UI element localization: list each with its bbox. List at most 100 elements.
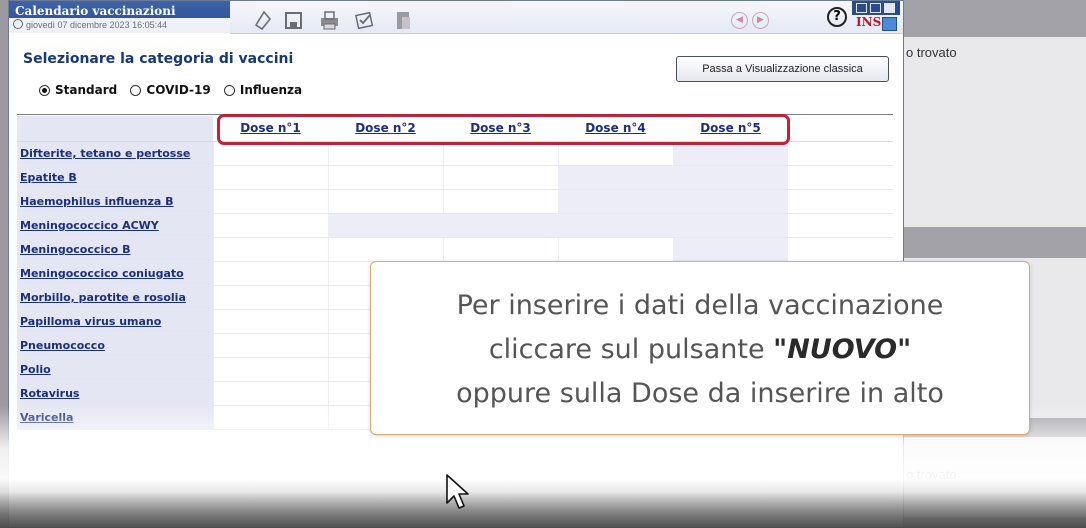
title-bar: Calendario vaccinazioni giovedì 07 dicem… [9, 1, 230, 33]
vaccine-row: Haemophilus influenza B [17, 190, 893, 214]
dose-cell[interactable] [213, 262, 328, 285]
dose-cell[interactable] [558, 238, 673, 261]
vaccine-link[interactable]: Papilloma virus umano [17, 310, 213, 333]
vaccine-row: Meningococcico ACWY [17, 214, 893, 238]
background-panel-top: o trovato [900, 37, 1086, 227]
header-divider [17, 114, 893, 115]
datetime-bar: giovedì 07 dicembre 2023 16:05:44 [9, 18, 230, 33]
window-controls [852, 1, 900, 15]
dose-cell[interactable] [673, 190, 788, 213]
radio-icon [130, 84, 142, 96]
dose-cell[interactable] [443, 238, 558, 261]
category-options: Standard COVID-19 Influenza [39, 83, 311, 99]
document-icon[interactable] [252, 9, 274, 31]
vaccine-link[interactable]: Epatite B [17, 166, 213, 189]
category-covid-radio[interactable]: COVID-19 [130, 83, 211, 97]
dose-2-link[interactable]: Dose n°2 [328, 116, 443, 141]
dose-cell[interactable] [443, 214, 558, 237]
dose-cell[interactable] [328, 142, 443, 165]
dose-cell[interactable] [213, 358, 328, 381]
callout-line-2-text: cliccare sul pulsante [488, 334, 774, 365]
callout-line-2: cliccare sul pulsante "NUOVO" [371, 334, 1029, 365]
dose-cell[interactable] [213, 166, 328, 189]
category-standard-radio[interactable]: Standard [39, 83, 117, 97]
callout-nuovo: "NUOVO" [773, 334, 912, 365]
dose-cell[interactable] [673, 166, 788, 189]
datetime-label: giovedì 07 dicembre 2023 16:05:44 [26, 20, 168, 30]
dose-cell[interactable] [213, 142, 328, 165]
refresh-icon[interactable] [882, 17, 897, 31]
dose-cell[interactable] [558, 214, 673, 237]
vaccine-row: Meningococcico B [17, 238, 893, 262]
background-text-top: o trovato [906, 45, 957, 60]
dose-3-link[interactable]: Dose n°3 [443, 116, 558, 141]
dose-cell[interactable] [213, 238, 328, 261]
dose-cell[interactable] [673, 214, 788, 237]
dose-cell[interactable] [673, 238, 788, 261]
vaccine-link[interactable]: Haemophilus influenza B [17, 190, 213, 213]
dose-5-link[interactable]: Dose n°5 [673, 116, 788, 141]
dose-cell[interactable] [213, 406, 328, 429]
vaccine-link[interactable]: Meningococcico ACWY [17, 214, 213, 237]
dose-cell[interactable] [213, 310, 328, 333]
dose-cell[interactable] [213, 382, 328, 405]
clock-icon [13, 19, 23, 29]
maximize-button[interactable] [870, 3, 881, 13]
checklist-icon[interactable] [354, 9, 376, 30]
vaccine-link[interactable]: Meningococcico coniugato [17, 262, 213, 285]
dose-cell[interactable] [213, 214, 328, 237]
previous-icon[interactable]: ◀ [731, 12, 748, 29]
category-covid-label: COVID-19 [146, 83, 211, 97]
dose-cell[interactable] [213, 334, 328, 357]
callout-line-3: oppure sulla Dose da inserire in alto [456, 378, 944, 409]
background-text-bottom: o trovato [906, 467, 957, 482]
dose-cell[interactable] [558, 142, 673, 165]
radio-selected-icon [39, 84, 50, 96]
vaccine-link[interactable]: Polio [17, 358, 213, 381]
dose-cell[interactable] [558, 190, 673, 213]
help-icon[interactable]: ? [827, 7, 847, 27]
dose-cell[interactable] [328, 190, 443, 213]
header-corner-cell [17, 116, 213, 141]
callout-line-1: Per inserire i dati della vaccinazione [456, 290, 944, 321]
dose-4-link[interactable]: Dose n°4 [558, 116, 673, 141]
file-icon[interactable] [393, 9, 415, 29]
dose-cell[interactable] [443, 166, 558, 189]
instruction-callout: Per inserire i dati della vaccinazione c… [370, 261, 1030, 435]
background-panel-bottom: o trovato [900, 437, 1086, 517]
toolbar: ◀ ▶ ? INS [230, 1, 903, 34]
dose-1-link[interactable]: Dose n°1 [213, 116, 328, 141]
next-glyph: ▶ [757, 15, 764, 25]
ins-indicator: INS [856, 15, 882, 29]
next-icon[interactable]: ▶ [752, 12, 769, 29]
vaccine-link[interactable]: Pneumococco [17, 334, 213, 357]
category-standard-label: Standard [55, 83, 118, 97]
dose-cell[interactable] [328, 214, 443, 237]
vaccine-link[interactable]: Morbillo, parotite e rosolia [17, 286, 213, 309]
vaccine-link[interactable]: Rotavirus [17, 382, 213, 405]
minimize-button[interactable] [856, 3, 867, 13]
dose-cell[interactable] [328, 166, 443, 189]
category-influenza-label: Influenza [239, 83, 303, 97]
save-icon[interactable] [283, 9, 305, 29]
vaccine-link[interactable]: Varicella [17, 406, 213, 429]
dose-cell[interactable] [328, 238, 443, 261]
mouse-cursor-icon [446, 474, 469, 509]
dose-cell[interactable] [443, 142, 558, 165]
dose-header-row: Dose n°1 Dose n°2 Dose n°3 Dose n°4 Dose… [17, 116, 893, 142]
vaccine-link[interactable]: Difterite, tetano e pertosse [17, 142, 213, 165]
window-title: Calendario vaccinazioni [15, 4, 176, 18]
vaccine-row: Epatite B [17, 166, 893, 190]
dose-cell[interactable] [213, 190, 328, 213]
dose-cell[interactable] [558, 166, 673, 189]
vaccine-link[interactable]: Meningococcico B [17, 238, 213, 261]
dose-cell[interactable] [443, 190, 558, 213]
category-heading: Selezionare la categoria di vaccini [23, 51, 294, 67]
dose-cell[interactable] [673, 142, 788, 165]
category-influenza-radio[interactable]: Influenza [223, 83, 303, 97]
previous-glyph: ◀ [736, 15, 743, 25]
dose-cell[interactable] [213, 286, 328, 309]
close-button[interactable] [884, 3, 895, 13]
classic-view-button[interactable]: Passa a Visualizzazione classica [676, 56, 889, 82]
print-icon[interactable] [319, 9, 341, 30]
